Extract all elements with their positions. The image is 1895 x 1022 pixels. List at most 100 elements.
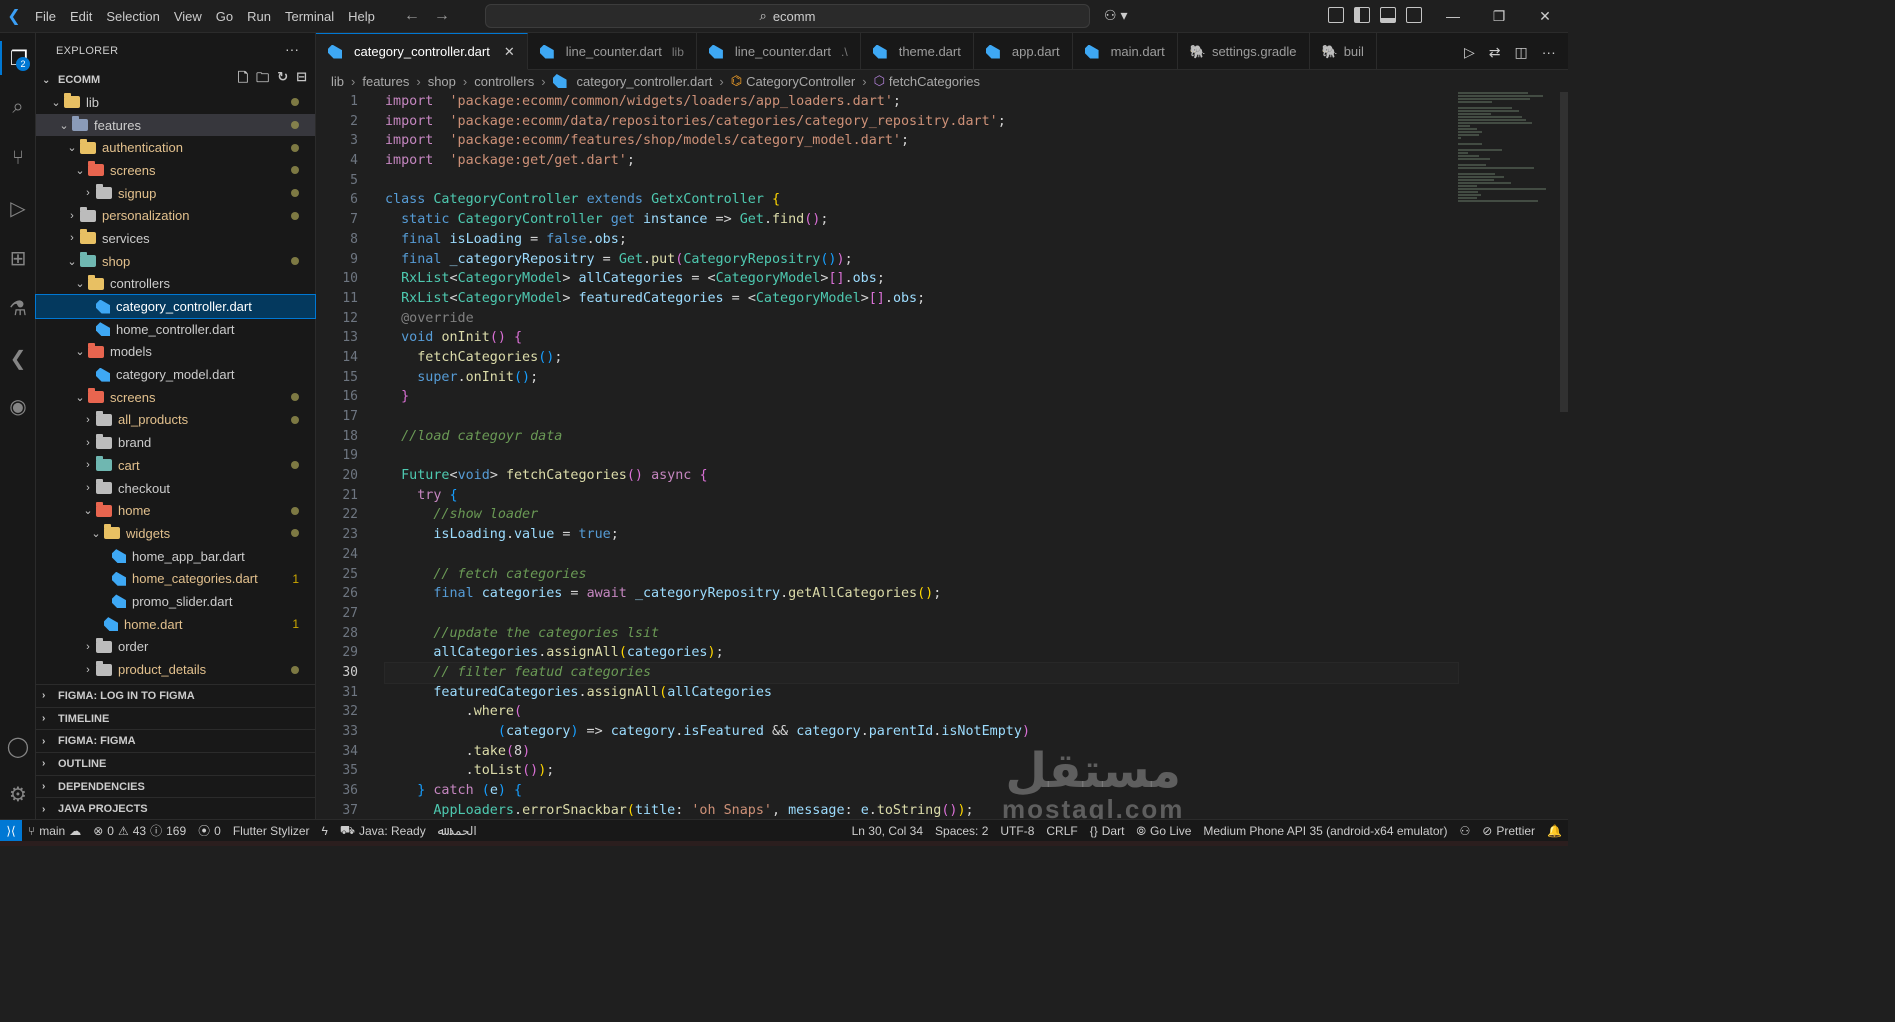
- code-line[interactable]: allCategories.assignAll(categories);: [385, 643, 1458, 663]
- folder-item[interactable]: ⌄ features: [36, 113, 315, 137]
- new-folder-icon[interactable]: 🗀: [256, 69, 269, 91]
- remote-indicator-icon[interactable]: ⟩⟨: [0, 819, 22, 842]
- folder-item[interactable]: ⌄ home: [36, 499, 315, 522]
- toggle-panel-icon[interactable]: [1380, 7, 1396, 23]
- menu-item-go[interactable]: Go: [209, 0, 240, 33]
- menu-item-terminal[interactable]: Terminal: [278, 0, 341, 33]
- folder-item[interactable]: ⌄ models: [36, 341, 315, 364]
- editor-tab[interactable]: main.dart: [1073, 33, 1178, 70]
- file-item[interactable]: category_model.dart: [36, 363, 315, 386]
- code-line[interactable]: class CategoryController extends GetxCon…: [385, 190, 1458, 210]
- sidebar-section[interactable]: › OUTLINE: [36, 752, 316, 775]
- code-line[interactable]: .where(: [385, 702, 1458, 722]
- restore-icon[interactable]: ❐: [1476, 0, 1522, 33]
- toggle-primary-sidebar-icon[interactable]: [1354, 7, 1370, 23]
- workspace-root[interactable]: ⌄ ECOMM 🗋 🗀 ↻ ⊟: [36, 69, 315, 91]
- code-line[interactable]: //update the categories lsit: [385, 624, 1458, 644]
- folder-item[interactable]: ⌄ widgets: [36, 522, 315, 545]
- menu-item-help[interactable]: Help: [341, 0, 382, 33]
- customize-layout-icon[interactable]: [1328, 7, 1344, 23]
- folder-item[interactable]: ⌄ controllers: [36, 273, 315, 296]
- breadcrumb-item[interactable]: shop: [428, 74, 456, 89]
- java-status[interactable]: ⛟ Java: Ready: [334, 823, 432, 839]
- code-line[interactable]: }: [385, 387, 1458, 407]
- code-line[interactable]: //load categoyr data: [385, 427, 1458, 447]
- code-line[interactable]: .take(8): [385, 742, 1458, 762]
- testing-icon[interactable]: ⚗: [0, 291, 36, 325]
- code-line[interactable]: final isLoading = false.obs;: [385, 230, 1458, 250]
- menu-item-file[interactable]: File: [28, 0, 63, 33]
- file-item[interactable]: home_controller.dart: [36, 318, 315, 341]
- editor-tab[interactable]: category_controller.dart ✕: [316, 33, 528, 70]
- encoding[interactable]: UTF-8: [994, 824, 1040, 838]
- folder-item[interactable]: ⌄ lib: [36, 91, 315, 114]
- minimap[interactable]: [1458, 92, 1554, 202]
- notifications-bell-icon[interactable]: 🔔: [1541, 824, 1568, 838]
- folder-item[interactable]: › product_details: [36, 658, 315, 681]
- editor-tab[interactable]: line_counter.dart lib: [528, 33, 697, 70]
- code-line[interactable]: (category) => category.isFeatured && cat…: [385, 722, 1458, 742]
- minimize-icon[interactable]: —: [1430, 0, 1476, 33]
- code-line[interactable]: try {: [385, 486, 1458, 506]
- folder-item[interactable]: › brand: [36, 431, 315, 454]
- go-live[interactable]: ⦾ Go Live: [1130, 824, 1197, 839]
- refresh-icon[interactable]: ↻: [277, 69, 288, 91]
- copilot-icon[interactable]: ⚇ ▾: [1104, 7, 1127, 24]
- source-control-icon[interactable]: ⑂: [0, 141, 36, 175]
- folder-item[interactable]: › all_products: [36, 409, 315, 432]
- menu-item-selection[interactable]: Selection: [99, 0, 166, 33]
- file-item[interactable]: category_controller.dart: [35, 294, 316, 319]
- problems-status[interactable]: ⊗ 0 ⚠ 43 ⓘ 169: [87, 822, 192, 839]
- editor-tab[interactable]: 🐘 settings.gradle: [1178, 33, 1310, 70]
- folder-item[interactable]: › checkout: [36, 477, 315, 500]
- editor-tab[interactable]: app.dart: [974, 33, 1073, 70]
- more-editor-actions-icon[interactable]: ···: [1542, 44, 1556, 61]
- code-line[interactable]: AppLoaders.errorSnackbar(title: 'oh Snap…: [385, 801, 1458, 819]
- code-line[interactable]: import 'package:ecomm/features/shop/mode…: [385, 131, 1458, 151]
- file-item[interactable]: home.dart 1: [36, 613, 315, 636]
- code-lines[interactable]: import 'package:ecomm/common/widgets/loa…: [384, 92, 1459, 819]
- settings-gear-icon[interactable]: ⚙: [0, 777, 36, 811]
- folder-item[interactable]: ⌄ screens: [36, 159, 315, 182]
- device-selector[interactable]: Medium Phone API 35 (android-x64 emulato…: [1197, 824, 1453, 838]
- run-debug-icon[interactable]: ▷: [0, 191, 36, 225]
- folder-item[interactable]: › signup: [36, 182, 315, 205]
- editor-tab[interactable]: line_counter.dart .\: [697, 33, 861, 70]
- code-line[interactable]: @override: [385, 309, 1458, 329]
- run-icon[interactable]: ▷: [1464, 44, 1475, 61]
- breadcrumb-item[interactable]: controllers: [474, 74, 534, 89]
- menu-item-run[interactable]: Run: [240, 0, 278, 33]
- code-line[interactable]: featuredCategories.assignAll(allCategori…: [385, 683, 1458, 703]
- editor-scrollbar[interactable]: [1560, 92, 1568, 412]
- explorer-icon[interactable]: ❐2: [0, 41, 36, 75]
- code-line[interactable]: } catch (e) {: [385, 781, 1458, 801]
- breadcrumb-item[interactable]: features: [362, 74, 409, 89]
- breadcrumb-item[interactable]: lib: [331, 74, 344, 89]
- code-line[interactable]: RxList<CategoryModel> featuredCategories…: [385, 289, 1458, 309]
- github-icon[interactable]: ◉: [0, 389, 36, 423]
- back-arrow-icon[interactable]: ←: [404, 7, 420, 25]
- new-file-icon[interactable]: 🗋: [238, 69, 248, 91]
- code-line[interactable]: isLoading.value = true;: [385, 525, 1458, 545]
- folder-item[interactable]: › personalization: [36, 204, 315, 227]
- prettier-status[interactable]: ⊘ Prettier: [1476, 824, 1541, 838]
- collapse-all-icon[interactable]: ⊟: [296, 69, 307, 91]
- folder-item[interactable]: ⌄ shop: [36, 250, 315, 273]
- language-mode[interactable]: {} Dart: [1084, 824, 1131, 838]
- sidebar-section[interactable]: › FIGMA: LOG IN TO FIGMA: [36, 684, 316, 707]
- code-line[interactable]: //show loader: [385, 505, 1458, 525]
- ports-status[interactable]: ⦿ 0: [192, 822, 227, 839]
- extensions-icon[interactable]: ⊞: [0, 241, 36, 275]
- folder-item[interactable]: ⌄ authentication: [36, 136, 315, 159]
- breadcrumb-item[interactable]: category_controller.dart: [577, 74, 713, 89]
- code-line[interactable]: fetchCategories();: [385, 348, 1458, 368]
- file-item[interactable]: home_categories.dart 1: [36, 567, 315, 590]
- breadcrumb-item[interactable]: fetchCategories: [889, 74, 980, 89]
- breadcrumb-item[interactable]: CategoryController: [746, 74, 855, 89]
- branch-status[interactable]: ⑂ main ☁: [22, 824, 87, 838]
- sidebar-section[interactable]: › FIGMA: FIGMA: [36, 729, 316, 752]
- folder-item[interactable]: › services: [36, 227, 315, 250]
- arabic-status[interactable]: ﷲ الحمد: [432, 824, 483, 838]
- code-line[interactable]: RxList<CategoryModel> allCategories = <C…: [385, 269, 1458, 289]
- lightning-icon[interactable]: ϟ: [316, 824, 334, 838]
